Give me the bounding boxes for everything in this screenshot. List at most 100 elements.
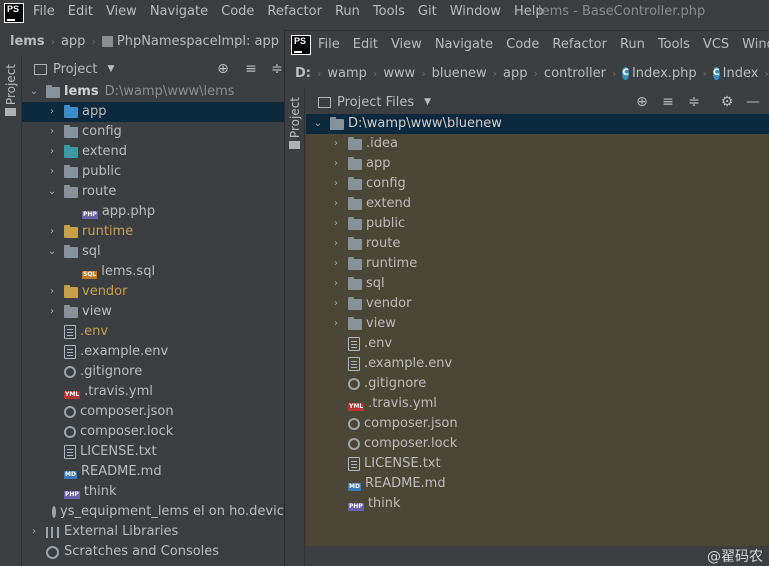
chevron-right-icon[interactable]: › [330, 234, 342, 254]
tree-item[interactable]: › app [22, 102, 290, 122]
menu-window[interactable]: Window [742, 37, 769, 52]
collapse-all-icon[interactable]: ≡ [240, 61, 262, 77]
breadcrumb-item-phpnamespaceimpl-app[interactable]: PhpNamespaceImpl: app [117, 34, 279, 49]
chevron-right-icon[interactable]: › [330, 214, 342, 234]
breadcrumb-item-controller[interactable]: controller [544, 66, 606, 81]
menu-file[interactable]: File [33, 4, 55, 19]
chevron-right-icon[interactable]: › [46, 102, 58, 122]
chevron-right-icon[interactable]: › [330, 174, 342, 194]
breadcrumb-item-index-php[interactable]: Index.php [632, 66, 697, 81]
tree-item[interactable]: LICENSE.txt [306, 454, 769, 474]
menu-run[interactable]: Run [620, 37, 645, 52]
tree-item[interactable]: › app [306, 154, 769, 174]
chevron-down-icon[interactable]: ⌄ [28, 82, 40, 102]
tree-item[interactable]: MD README.md [306, 474, 769, 494]
menu-window[interactable]: Window [450, 4, 501, 19]
tree-item[interactable]: LICENSE.txt [22, 442, 290, 462]
tree-item[interactable]: ⌄ route [22, 182, 290, 202]
tree-item[interactable]: MD README.md [22, 462, 290, 482]
tree-item[interactable]: › config [306, 174, 769, 194]
chevron-right-icon[interactable]: › [330, 194, 342, 214]
project-side-tab[interactable]: Project [288, 97, 302, 138]
chevron-down-icon[interactable]: ⌄ [46, 182, 58, 202]
menu-git[interactable]: Git [418, 4, 437, 19]
tree-item[interactable]: › runtime [22, 222, 290, 242]
tree-item[interactable]: PHP app.php [22, 202, 290, 222]
menu-tools[interactable]: Tools [373, 4, 405, 19]
menu-code[interactable]: Code [506, 37, 539, 52]
chevron-right-icon[interactable]: › [46, 302, 58, 322]
menu-navigate[interactable]: Navigate [150, 4, 208, 19]
chevron-right-icon[interactable]: › [330, 314, 342, 334]
chevron-down-icon[interactable]: ⌄ [46, 242, 58, 262]
tree-item[interactable]: .env [306, 334, 769, 354]
chevron-right-icon[interactable]: › [330, 254, 342, 274]
tree-item[interactable]: › runtime [306, 254, 769, 274]
breadcrumb-item-d[interactable]: D: [295, 66, 311, 81]
menu-vcs[interactable]: VCS [703, 37, 729, 52]
tree-item[interactable]: › extend [306, 194, 769, 214]
chevron-right-icon[interactable]: › [46, 122, 58, 142]
scratches-and-consoles[interactable]: Scratches and Consoles [22, 542, 290, 562]
tree-item[interactable]: › route [306, 234, 769, 254]
menu-view[interactable]: View [391, 37, 422, 52]
tree-item[interactable]: .example.env [22, 342, 290, 362]
expand-all-icon[interactable]: ≑ [683, 94, 705, 110]
chevron-right-icon[interactable]: › [330, 274, 342, 294]
tree-item[interactable]: › config [22, 122, 290, 142]
chevron-right-icon[interactable]: › [330, 294, 342, 314]
tree-item[interactable]: › view [22, 302, 290, 322]
gear-icon[interactable]: ⚙ [716, 94, 738, 110]
chevron-down-icon[interactable]: ▼ [107, 64, 114, 74]
chevron-right-icon[interactable]: › [46, 282, 58, 302]
menu-navigate[interactable]: Navigate [435, 37, 493, 52]
chevron-right-icon[interactable]: › [330, 154, 342, 174]
chevron-right-icon[interactable]: › [330, 134, 342, 154]
breadcrumb-item-lems[interactable]: lems [10, 34, 45, 49]
tree-item[interactable]: .gitignore [306, 374, 769, 394]
tree-item[interactable]: SQL lems.sql [22, 262, 290, 282]
tree-item[interactable]: PHP think [22, 482, 290, 502]
menu-refactor[interactable]: Refactor [267, 4, 322, 19]
external-libraries[interactable]: › External Libraries [22, 522, 290, 542]
breadcrumb-item-bluenew[interactable]: bluenew [432, 66, 487, 81]
tree-item[interactable]: YML .travis.yml [22, 382, 290, 402]
tree-item[interactable]: › view [306, 314, 769, 334]
tree-root[interactable]: ⌄ lems D:\wamp\www\lems [22, 82, 290, 102]
menu-edit[interactable]: Edit [353, 37, 378, 52]
tree-item[interactable]: composer.json [22, 402, 290, 422]
menu-code[interactable]: Code [221, 4, 254, 19]
menu-run[interactable]: Run [335, 4, 360, 19]
tree-item[interactable]: › vendor [306, 294, 769, 314]
collapse-all-icon[interactable]: ≡ [657, 94, 679, 110]
menu-tools[interactable]: Tools [658, 37, 690, 52]
project-side-tab[interactable]: Project [4, 64, 18, 105]
project-files-selector[interactable]: Project Files [337, 95, 414, 110]
tree-item[interactable]: composer.json [306, 414, 769, 434]
crosshair-icon[interactable]: ⊕ [631, 94, 653, 110]
crosshair-icon[interactable]: ⊕ [212, 61, 234, 77]
tree-item[interactable]: › public [22, 162, 290, 182]
menu-edit[interactable]: Edit [68, 4, 93, 19]
tree-item[interactable]: › .idea [306, 134, 769, 154]
tree-item[interactable]: composer.lock [306, 434, 769, 454]
tree-item[interactable]: .gitignore [22, 362, 290, 382]
breadcrumb-item-wamp[interactable]: wamp [327, 66, 367, 81]
tree-item[interactable]: › vendor [22, 282, 290, 302]
chevron-right-icon[interactable]: › [46, 162, 58, 182]
chevron-right-icon[interactable]: › [46, 222, 58, 242]
project-view-selector[interactable]: Project [53, 62, 97, 77]
breadcrumb-item-www[interactable]: www [383, 66, 415, 81]
tree-item[interactable]: › public [306, 214, 769, 234]
breadcrumb-item-app[interactable]: app [61, 34, 85, 49]
tree-item[interactable]: PHP think [306, 494, 769, 514]
chevron-down-icon[interactable]: ⌄ [312, 114, 324, 134]
chevron-down-icon[interactable]: ▼ [424, 97, 431, 107]
tree-item[interactable]: .example.env [306, 354, 769, 374]
tree-item[interactable]: ⌄ sql [22, 242, 290, 262]
tree-item[interactable]: YML .travis.yml [306, 394, 769, 414]
menu-view[interactable]: View [106, 4, 137, 19]
breadcrumb-item-index[interactable]: Index [723, 66, 759, 81]
tree-item[interactable]: ys_equipment_lems el on ho.device [22, 502, 292, 522]
minimize-icon[interactable]: — [742, 94, 764, 110]
